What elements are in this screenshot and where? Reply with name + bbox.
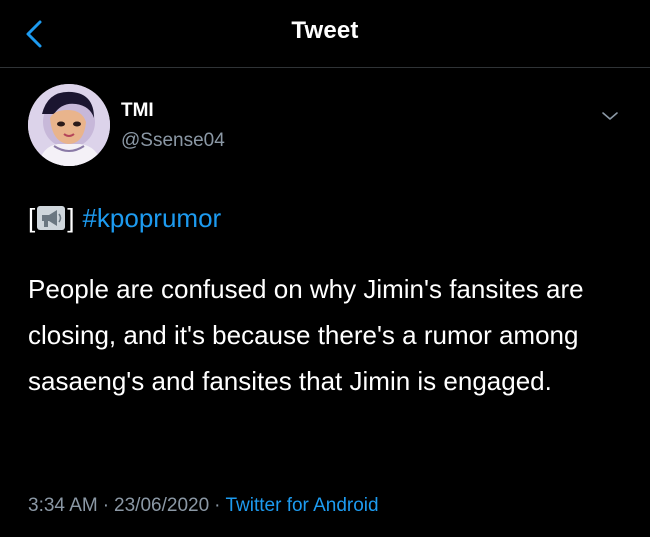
hashtag-link[interactable]: #kpoprumor [82,202,221,234]
top-bar: Tweet [0,0,650,68]
tweet-meta: 3:34 AM · 23/06/2020 · Twitter for Android [28,495,379,517]
bracket-close: ] [67,203,75,233]
tweet-author: TMI @Ssense04 [28,84,628,170]
author-name[interactable]: TMI [121,100,154,122]
tweet-detail-screen: Tweet TMI @Ssense04 [] #kpoprumor Peopl… [0,0,650,537]
more-options-button[interactable] [595,104,625,128]
tweet-date[interactable]: 23/06/2020 [114,495,209,516]
bracket-open: [ [28,203,36,233]
meta-separator-2: · [214,495,221,516]
page-title: Tweet [291,17,359,44]
avatar-image [28,84,110,166]
megaphone-icon [37,206,66,230]
tweet-tag-line: [ ] #kpoprumor [28,202,221,234]
tweet-time[interactable]: 3:34 AM [28,495,98,516]
tweet-text: People are confused on why Jimin's fansi… [28,274,584,396]
meta-separator: · [102,495,110,516]
author-handle[interactable]: @Ssense04 [121,130,225,152]
tweet-source-link[interactable]: Twitter for Android [225,495,378,516]
avatar[interactable] [28,84,110,166]
chevron-down-icon [602,112,618,120]
